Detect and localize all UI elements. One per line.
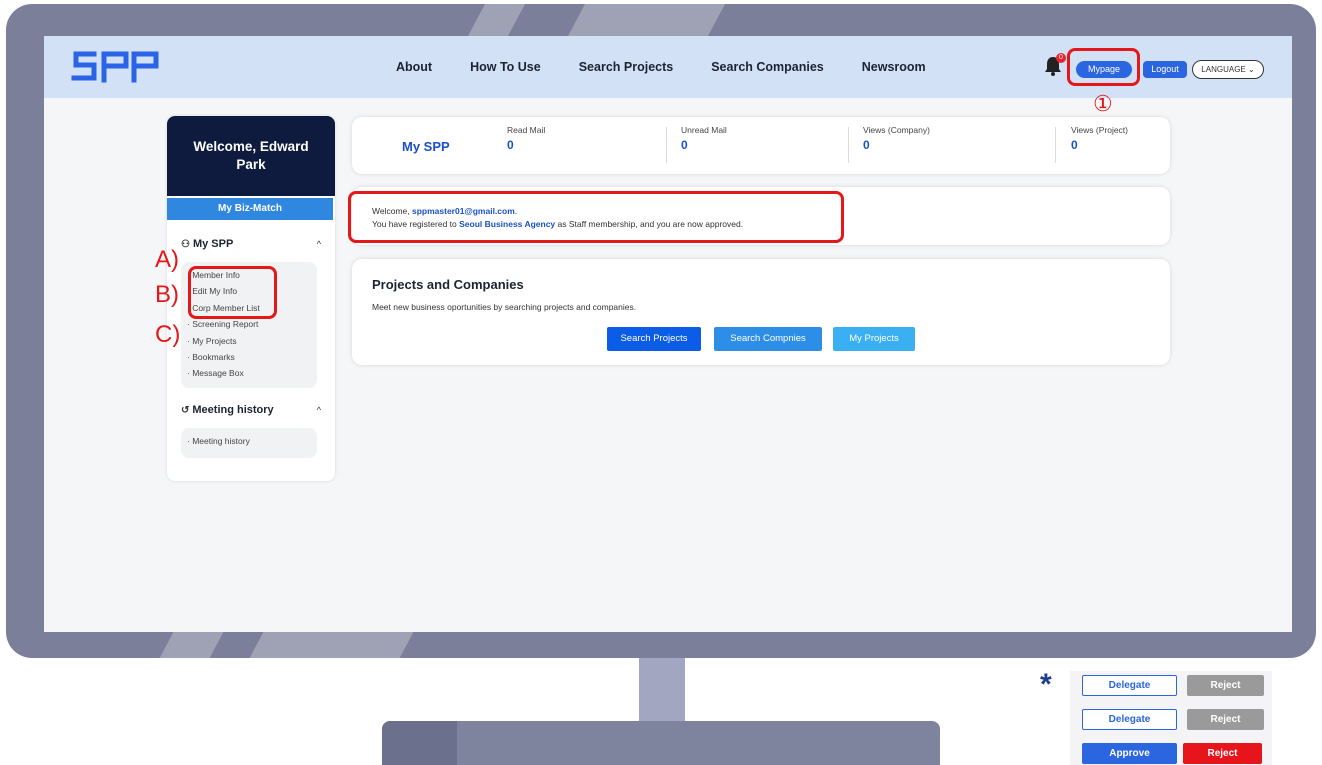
search-projects-button[interactable]: Search Projects [607, 327, 701, 351]
stat-label: Read Mail [507, 125, 546, 135]
stat-label: Unread Mail [681, 125, 727, 135]
divider [666, 127, 667, 163]
divider [848, 127, 849, 163]
annotation-box-sidebar-items [188, 266, 277, 319]
meeting-submenu: · Meeting history [181, 428, 317, 458]
glare-stripe [466, 4, 526, 38]
annotation-label-a: A) [155, 246, 179, 273]
stat-value: 0 [1071, 138, 1078, 152]
sidebar-section-my-spp[interactable]: ⚇ My SPP ^ [181, 238, 321, 250]
chevron-up-icon: ^ [316, 239, 321, 249]
nav-how-to-use[interactable]: How To Use [470, 60, 541, 74]
stat-views-company[interactable]: Views (Company) 0 [863, 125, 930, 152]
delegate-button[interactable]: Delegate [1082, 675, 1177, 696]
sidebar-section-meeting-history[interactable]: ↺ Meeting history ^ [181, 404, 321, 416]
notification-badge: 0 [1056, 53, 1066, 63]
sidebar-welcome: Welcome, Edward Park [167, 116, 335, 196]
reject-button[interactable]: Reject [1187, 709, 1264, 730]
stats-card: My SPP Read Mail 0 Unread Mail 0 Views (… [352, 117, 1170, 174]
nav-about[interactable]: About [396, 60, 432, 74]
stats-title: My SPP [402, 139, 450, 154]
stage: About How To Use Search Projects Search … [0, 0, 1322, 765]
sidebar-item-my-projects[interactable]: · My Projects [187, 333, 311, 349]
reject-button[interactable]: Reject [1187, 675, 1264, 696]
history-icon: ↺ [181, 404, 190, 416]
monitor-base [382, 721, 940, 765]
stat-read-mail[interactable]: Read Mail 0 [507, 125, 545, 152]
nav-search-companies[interactable]: Search Companies [711, 60, 824, 74]
stat-label: Views (Project) [1071, 125, 1128, 135]
projects-description: Meet new business oportunities by search… [372, 302, 637, 312]
nav-search-projects[interactable]: Search Projects [579, 60, 674, 74]
glare-stripe [566, 4, 726, 38]
divider [1055, 127, 1056, 163]
stat-views-project[interactable]: Views (Project) 0 [1071, 125, 1128, 152]
spp-logo[interactable] [70, 46, 160, 86]
nav-newsroom[interactable]: Newsroom [862, 60, 926, 74]
logout-button[interactable]: Logout [1143, 61, 1187, 78]
monitor-frame: About How To Use Search Projects Search … [6, 4, 1316, 658]
section-title-my-spp: My SPP [192, 238, 234, 250]
user-icon: ⚇ [181, 238, 190, 250]
reject-button[interactable]: Reject [1183, 743, 1262, 764]
stat-label: Views (Company) [863, 125, 930, 135]
my-projects-button[interactable]: My Projects [833, 327, 915, 351]
annotation-star: * [1040, 668, 1052, 701]
sidebar-item-meeting-history[interactable]: · Meeting history [187, 433, 311, 449]
annotation-box-mypage [1067, 48, 1140, 86]
stat-value: 0 [863, 138, 870, 152]
projects-companies-card: Projects and Companies Meet new business… [352, 259, 1170, 365]
language-select[interactable]: LANGUAGE ⌄ [1192, 60, 1264, 79]
my-biz-match-button[interactable]: My Biz-Match [167, 198, 333, 220]
glare-stripe [156, 629, 226, 658]
stat-value: 0 [681, 138, 688, 152]
annotation-label-b: B) [155, 281, 179, 308]
approve-button[interactable]: Approve [1082, 743, 1177, 764]
monitor-neck [639, 658, 685, 722]
language-label: LANGUAGE [1201, 65, 1246, 74]
delegate-button[interactable]: Delegate [1082, 709, 1177, 730]
search-companies-button[interactable]: Search Compnies [714, 327, 822, 351]
chevron-up-icon: ^ [316, 405, 321, 415]
annotation-box-welcome [348, 191, 844, 243]
stat-value: 0 [507, 138, 514, 152]
stat-unread-mail[interactable]: Unread Mail 0 [681, 125, 727, 152]
monitor-screen: About How To Use Search Projects Search … [44, 36, 1292, 632]
sidebar-item-bookmarks[interactable]: · Bookmarks [187, 349, 311, 365]
monitor-base-shade [382, 721, 457, 765]
main-nav: About How To Use Search Projects Search … [396, 60, 964, 74]
annotation-label-c: C) [155, 321, 181, 348]
projects-title: Projects and Companies [372, 277, 524, 292]
annotation-number-1: ① [1093, 91, 1113, 116]
glare-stripe [246, 629, 416, 658]
section-title-meeting-history: Meeting history [192, 404, 274, 416]
sidebar-item-message-box[interactable]: · Message Box [187, 365, 311, 381]
chevron-down-icon: ⌄ [1248, 65, 1255, 74]
